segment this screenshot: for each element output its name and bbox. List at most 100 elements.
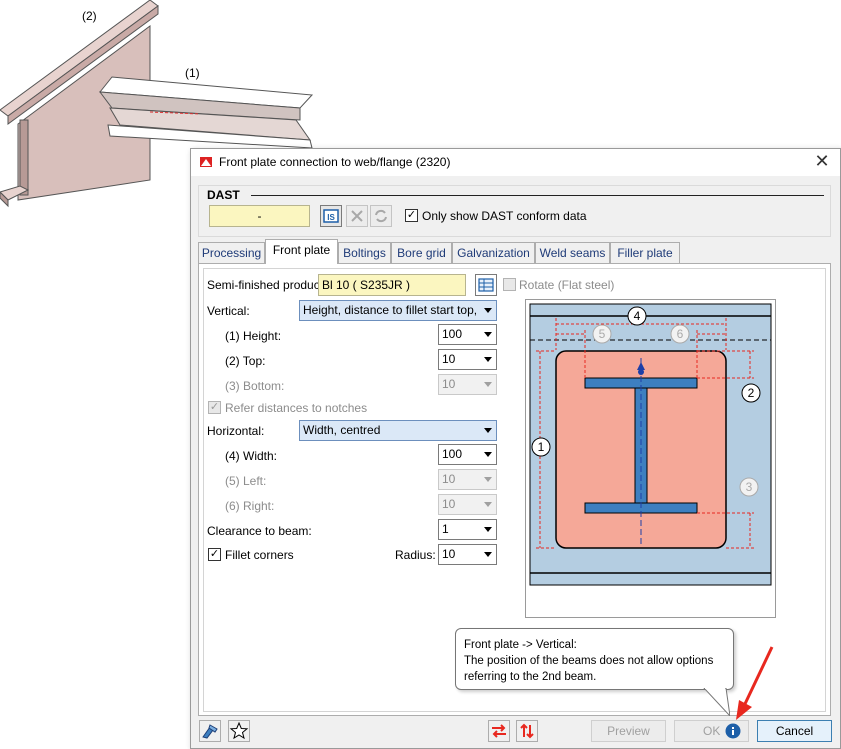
diagram-svg: 4 5 6 2 1 3	[529, 303, 772, 586]
refresh-icon	[375, 209, 387, 223]
width-value: 100	[442, 447, 463, 461]
diagram-label-6: 6	[677, 327, 684, 341]
chevron-down-icon	[484, 428, 492, 433]
chevron-down-icon	[484, 357, 492, 362]
top-label: (2) Top:	[225, 354, 266, 368]
radius-value: 10	[442, 547, 456, 561]
top-value: 10	[442, 352, 456, 366]
tooltip-line-1: Front plate -> Vertical:	[464, 639, 577, 651]
refer-notches-label: Refer distances to notches	[225, 401, 368, 415]
height-value: 100	[442, 327, 463, 341]
delete-icon	[351, 210, 363, 222]
horizontal-select-value: Width, centred	[303, 423, 381, 437]
diagram-label-1: 1	[538, 440, 545, 454]
tab-boltings[interactable]: Boltings	[338, 242, 391, 263]
vertical-select[interactable]: Height, distance to fillet start top,	[299, 300, 497, 321]
info-tooltip: Front plate -> Vertical: The position of…	[455, 628, 734, 690]
tab-front-plate[interactable]: Front plate	[265, 239, 338, 264]
tab-galvanization[interactable]: Galvanization	[452, 242, 535, 263]
info-icon[interactable]	[725, 723, 741, 739]
right-label: (6) Right:	[225, 499, 275, 513]
tab-processing[interactable]: Processing	[198, 242, 265, 263]
semi-finished-catalog-button[interactable]	[475, 274, 497, 296]
semi-finished-label: Semi-finished produc	[207, 278, 320, 292]
chevron-down-icon	[484, 308, 492, 313]
rotate-checkbox[interactable]	[503, 278, 516, 291]
app-icon	[199, 155, 213, 169]
chevron-down-icon	[484, 332, 492, 337]
width-select[interactable]: 100	[438, 444, 497, 465]
swap-horizontal-icon	[492, 724, 506, 738]
swap-vertical-icon	[520, 723, 534, 739]
diagram-label-5: 5	[599, 327, 606, 341]
title-bar[interactable]: Front plate connection to web/flange (23…	[191, 149, 840, 176]
height-label: (1) Height:	[225, 329, 282, 343]
chevron-down-icon	[484, 382, 492, 387]
annotation-arrow	[736, 646, 774, 720]
clearance-label: Clearance to beam:	[207, 524, 312, 538]
beam-2-label: (2)	[82, 9, 97, 23]
chevron-down-icon	[484, 527, 492, 532]
dast-divider	[251, 195, 824, 196]
radius-select[interactable]: 10	[438, 544, 497, 565]
chevron-down-icon	[484, 502, 492, 507]
horizontal-label: Horizontal:	[207, 424, 265, 438]
left-value: 10	[442, 472, 456, 486]
diagram-label-4: 4	[634, 309, 641, 323]
tab-filler-plate[interactable]: Filler plate	[610, 242, 680, 263]
standard-catalog-button[interactable]: IS	[320, 205, 342, 227]
clearance-value: 1	[442, 522, 449, 536]
only-dast-checkbox[interactable]: ✓	[405, 209, 418, 222]
left-select[interactable]: 10	[438, 469, 497, 490]
catalog-icon: IS	[323, 209, 339, 223]
dast-group-label: DAST	[207, 188, 240, 202]
dast-tools-button[interactable]	[199, 720, 221, 742]
svg-text:IS: IS	[327, 213, 335, 222]
dialog-title: Front plate connection to web/flange (23…	[219, 155, 451, 169]
favorites-button[interactable]	[228, 720, 250, 742]
vertical-select-value: Height, distance to fillet start top,	[303, 303, 478, 317]
semi-finished-field[interactable]: Bl 10 ( S235JR )	[318, 274, 466, 296]
ok-label: OK	[703, 724, 721, 738]
vertical-label: Vertical:	[207, 304, 250, 318]
rotate-label: Rotate (Flat steel)	[519, 278, 615, 292]
preview-button[interactable]: Preview	[591, 720, 666, 742]
refer-notches-checkbox[interactable]: ✓	[208, 401, 221, 414]
tools-icon	[202, 724, 218, 739]
chevron-down-icon	[484, 552, 492, 557]
fillet-corners-checkbox[interactable]: ✓	[208, 548, 221, 561]
horizontal-select[interactable]: Width, centred	[299, 420, 497, 441]
tab-weld-seams[interactable]: Weld seams	[535, 242, 610, 263]
close-icon[interactable]: ✕	[812, 151, 832, 171]
bottom-label: (3) Bottom:	[225, 379, 285, 393]
height-select[interactable]: 100	[438, 324, 497, 345]
table-icon	[478, 278, 494, 292]
bottom-select[interactable]: 10	[438, 374, 497, 395]
beam-1-label: (1)	[185, 66, 200, 80]
chevron-down-icon	[484, 452, 492, 457]
tooltip-pointer	[703, 688, 730, 716]
radius-label: Radius:	[395, 548, 436, 562]
right-select[interactable]: 10	[438, 494, 497, 515]
right-value: 10	[442, 497, 456, 511]
chevron-down-icon	[484, 477, 492, 482]
swap-vertical-button[interactable]	[516, 720, 538, 742]
diagram-label-3: 3	[746, 480, 753, 494]
refresh-button[interactable]	[370, 205, 392, 227]
tooltip-line-3: referring to the 2nd beam.	[464, 671, 597, 683]
swap-beams-button[interactable]	[488, 720, 510, 742]
delete-button[interactable]	[346, 205, 368, 227]
dast-field[interactable]: -	[209, 205, 310, 227]
fillet-corners-label: Fillet corners	[225, 548, 294, 562]
tooltip-line-2: The position of the beams does not allow…	[464, 655, 714, 667]
clearance-select[interactable]: 1	[438, 519, 497, 540]
left-label: (5) Left:	[225, 474, 267, 488]
tab-bore-grid[interactable]: Bore grid	[391, 242, 452, 263]
bottom-value: 10	[442, 377, 456, 391]
front-plate-diagram: 4 5 6 2 1 3	[525, 299, 776, 618]
width-label: (4) Width:	[225, 449, 278, 463]
only-dast-label: Only show DAST conform data	[422, 209, 587, 223]
dast-group: DAST - IS ✓ Only show DAST conform data	[198, 185, 831, 237]
top-select[interactable]: 10	[438, 349, 497, 370]
diagram-label-2: 2	[748, 386, 755, 400]
